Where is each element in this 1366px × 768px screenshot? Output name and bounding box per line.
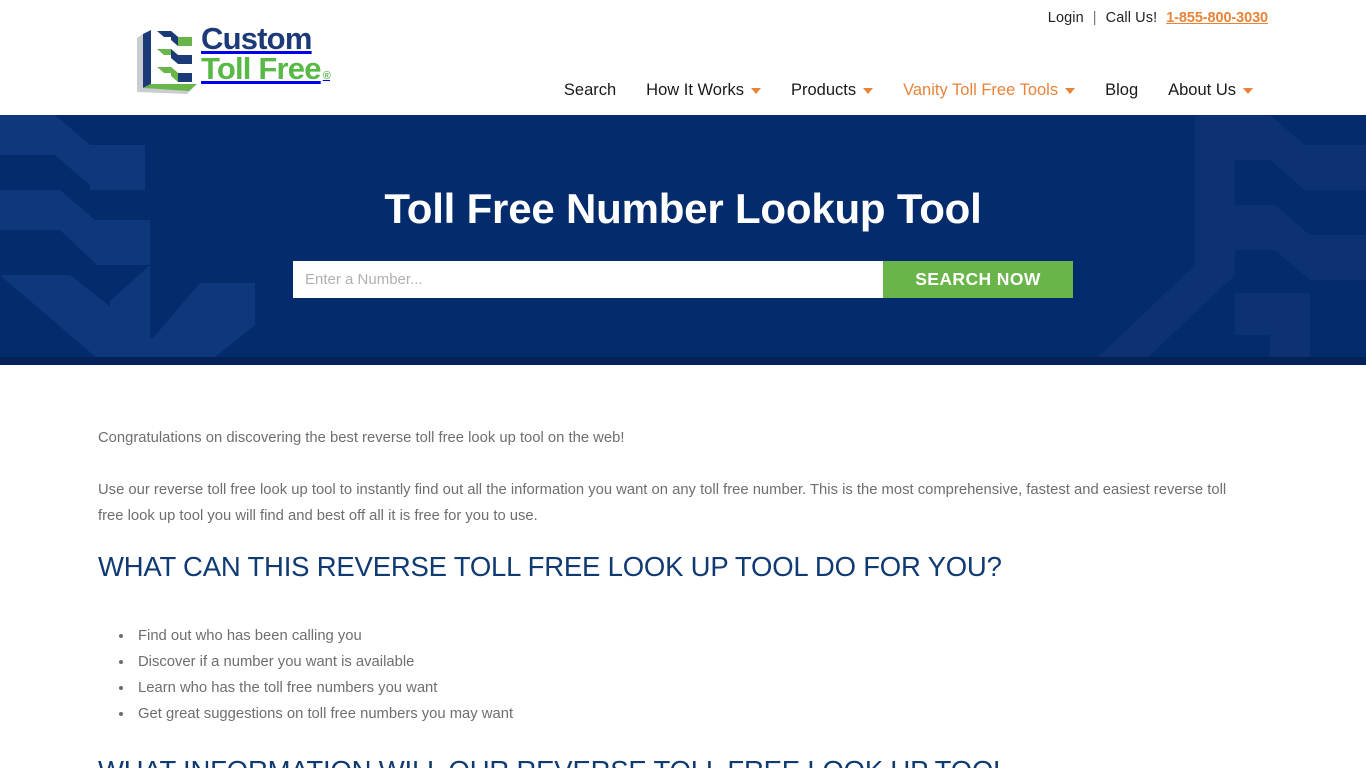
- login-link[interactable]: Login: [1048, 10, 1084, 26]
- logo-line-toll-free-text: Toll Free: [201, 51, 322, 87]
- capabilities-list: Find out who has been calling you Discov…: [98, 623, 1268, 727]
- search-now-button[interactable]: SEARCH NOW: [883, 261, 1073, 298]
- nav-item-blog[interactable]: Blog: [1090, 81, 1153, 100]
- list-item: Discover if a number you want is availab…: [134, 649, 1268, 675]
- intro-paragraph: Congratulations on discovering the best …: [98, 430, 625, 446]
- hero-banner: Toll Free Number Lookup Tool SEARCH NOW: [0, 115, 1366, 365]
- main-navigation: Search How It Works Products Vanity Toll…: [549, 81, 1268, 100]
- registered-trademark-icon: ®: [322, 69, 331, 82]
- site-logo[interactable]: Custom Toll Free ®: [133, 21, 331, 99]
- chevron-down-icon: [750, 87, 761, 94]
- nav-item-about-us-label: About Us: [1168, 81, 1236, 99]
- section-heading-capabilities: WHAT CAN THIS REVERSE TOLL FREE LOOK UP …: [98, 551, 1002, 583]
- logo-line-toll-free: Toll Free ®: [201, 51, 331, 87]
- list-item: Learn who has the toll free numbers you …: [134, 675, 1268, 701]
- nav-item-how-it-works[interactable]: How It Works: [631, 81, 776, 100]
- number-lookup-form: SEARCH NOW: [293, 261, 1073, 298]
- utility-separator: |: [1092, 10, 1097, 26]
- phone-number-link[interactable]: 1-855-800-3030: [1166, 10, 1268, 26]
- utility-bar: Login | Call Us! 1-855-800-3030: [1048, 10, 1268, 26]
- nav-item-products[interactable]: Products: [776, 81, 888, 100]
- logo-wordmark: Custom Toll Free ®: [201, 21, 331, 87]
- list-item: Find out who has been calling you: [134, 623, 1268, 649]
- site-header: Login | Call Us! 1-855-800-3030 Custom T…: [0, 0, 1366, 115]
- nav-item-products-label: Products: [790, 81, 857, 99]
- nav-item-vanity-toll-free-tools-label: Vanity Toll Free Tools: [903, 81, 1059, 99]
- chevron-down-icon: [1065, 87, 1076, 94]
- nav-item-search[interactable]: Search: [549, 81, 631, 100]
- list-item: Get great suggestions on toll free numbe…: [134, 701, 1268, 727]
- page-title: Toll Free Number Lookup Tool: [384, 185, 982, 232]
- number-search-input[interactable]: [293, 261, 883, 298]
- main-content: Congratulations on discovering the best …: [0, 365, 1366, 768]
- logo-line-custom: Custom: [201, 21, 312, 56]
- nav-item-vanity-toll-free-tools[interactable]: Vanity Toll Free Tools: [888, 81, 1090, 100]
- section-heading-information: WHAT INFORMATION WILL OUR REVERSE TOLL F…: [98, 755, 1268, 768]
- nav-item-about-us[interactable]: About Us: [1153, 81, 1268, 100]
- chevron-down-icon: [863, 87, 874, 94]
- chevron-down-icon: [1243, 87, 1253, 94]
- nav-item-how-it-works-label: How It Works: [646, 81, 744, 99]
- description-paragraph: Use our reverse toll free look up tool t…: [98, 482, 1227, 525]
- nav-item-search-label: Search: [563, 81, 617, 99]
- nav-item-blog-label: Blog: [1105, 81, 1139, 99]
- custom-toll-free-logo-icon: [133, 24, 203, 99]
- call-us-label: Call Us!: [1105, 10, 1158, 26]
